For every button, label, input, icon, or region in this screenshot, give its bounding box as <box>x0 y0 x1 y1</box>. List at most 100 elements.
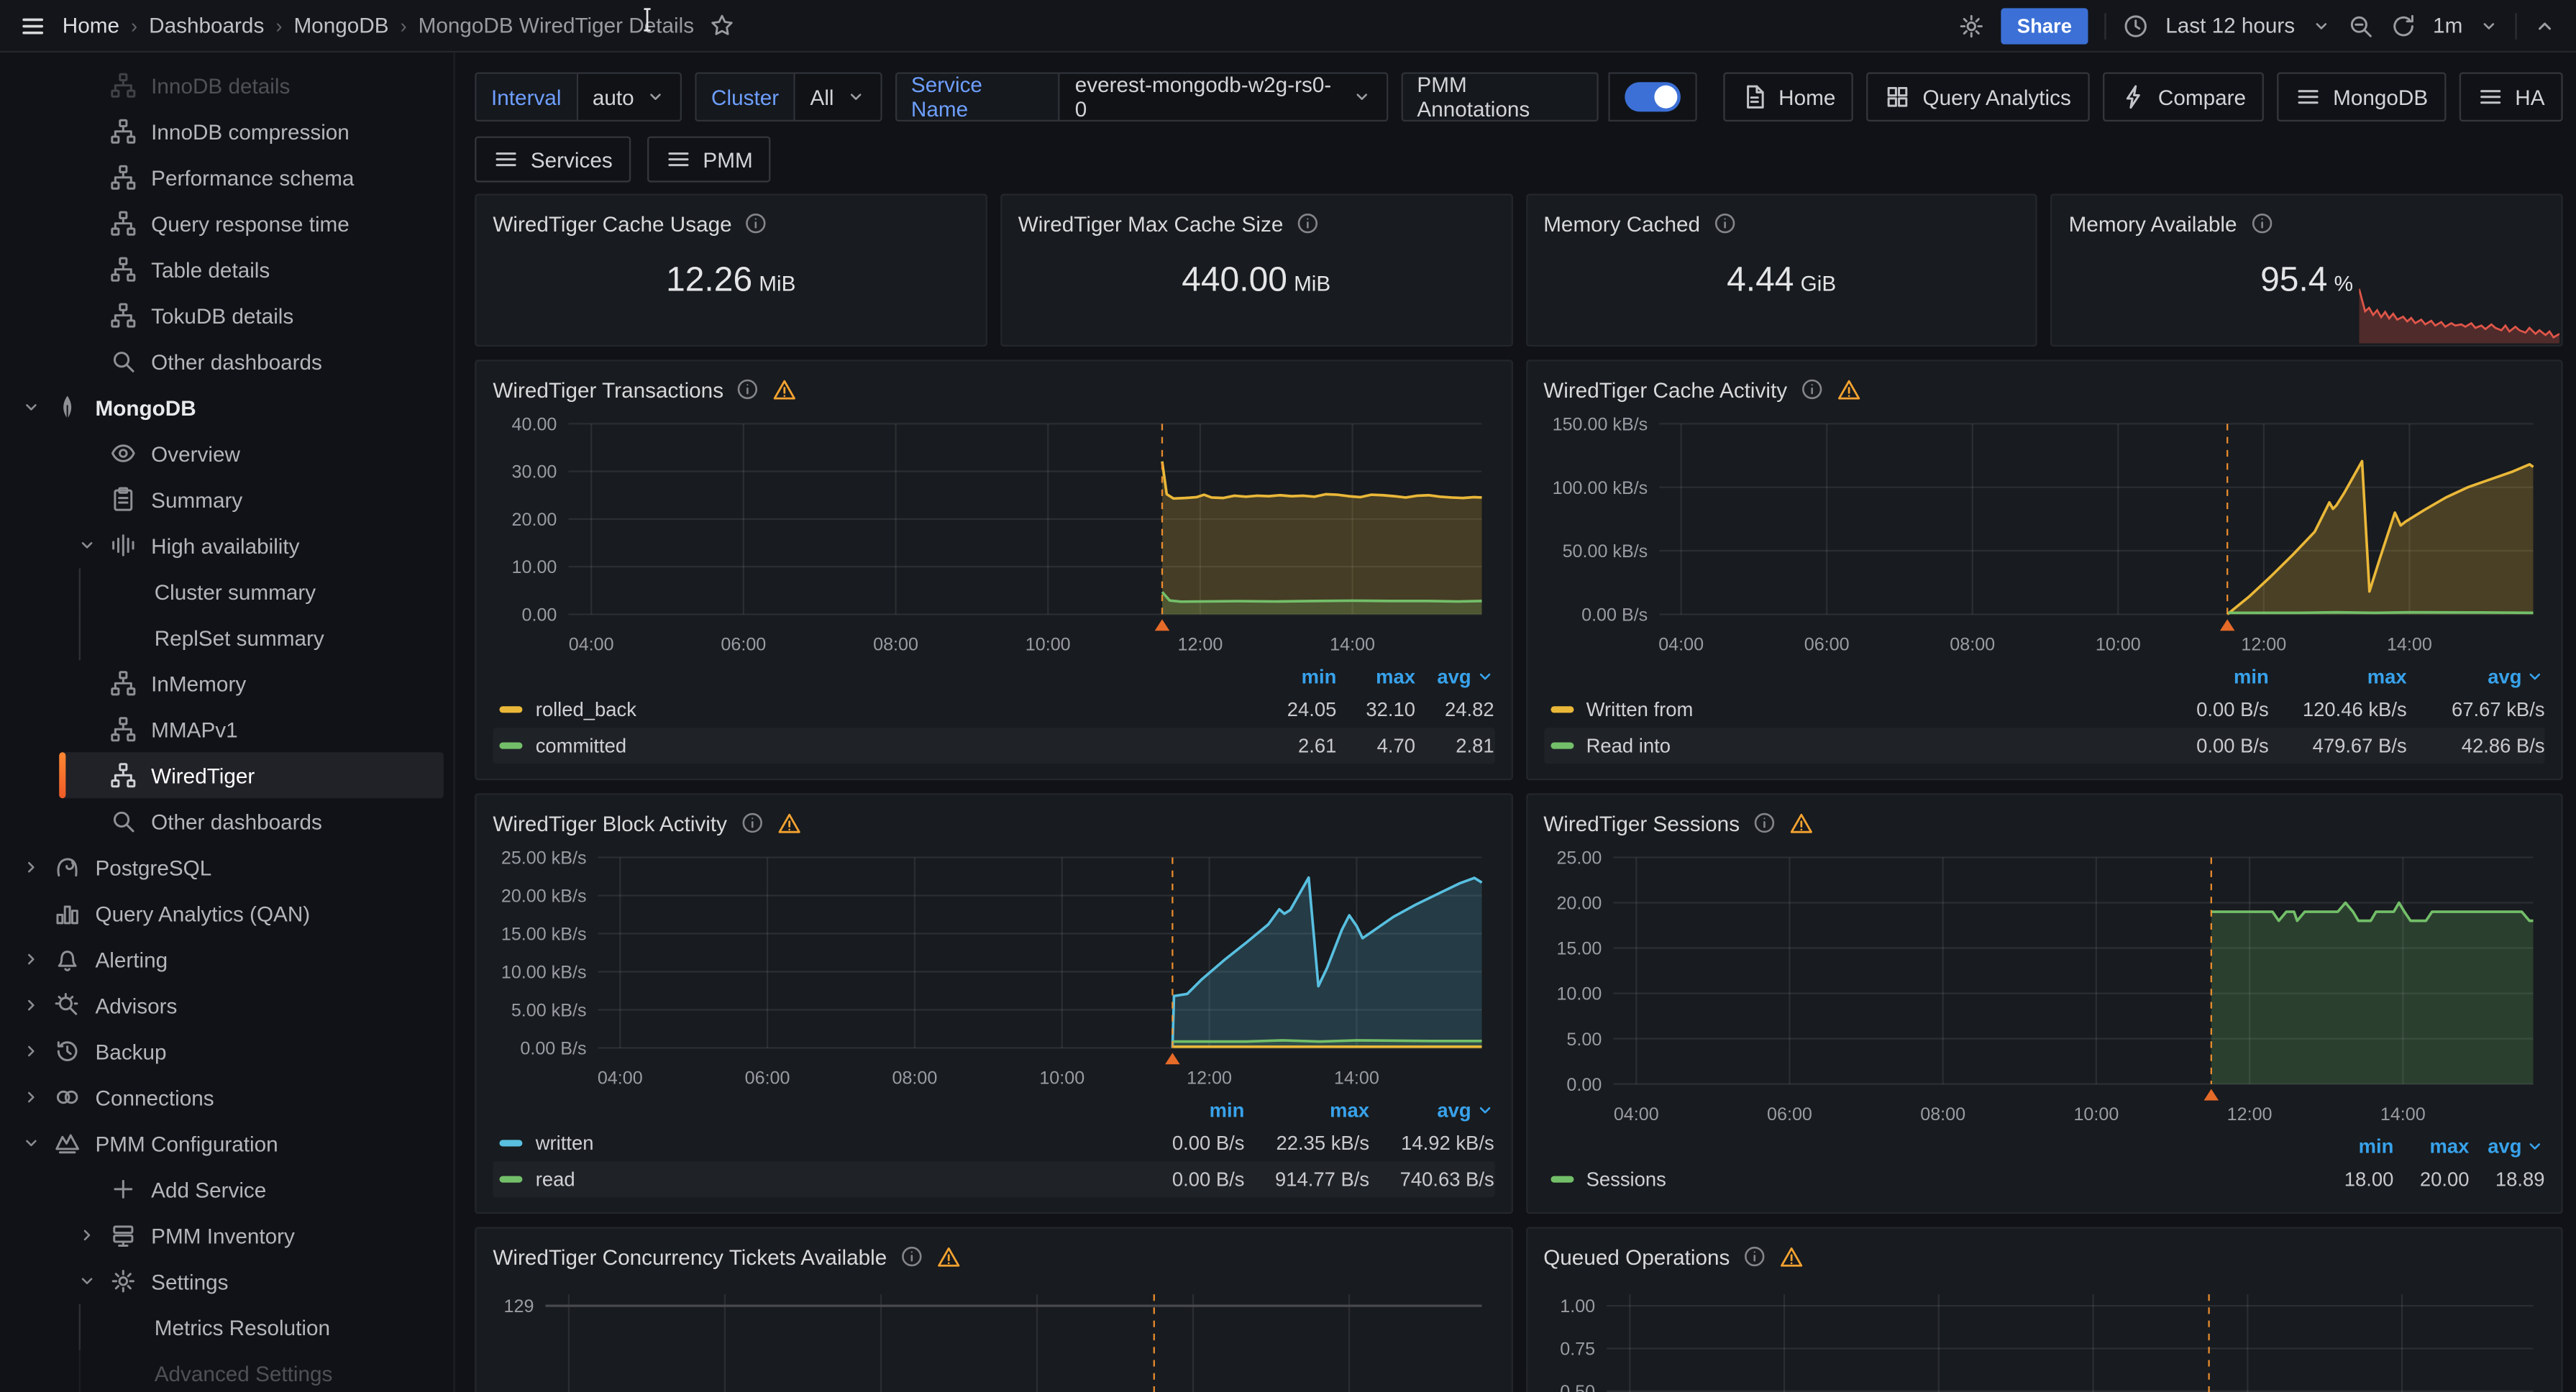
panel-title[interactable]: Queued Operations <box>1543 1244 1730 1268</box>
sidebar-item-performance-schema[interactable]: Performance schema <box>0 155 453 201</box>
chevron-right-icon[interactable] <box>17 1041 46 1061</box>
legend-sort-avg[interactable]: avg <box>1369 1099 1494 1122</box>
legend-sort-avg[interactable]: avg <box>2407 665 2545 688</box>
chevron-right-icon[interactable] <box>17 995 46 1015</box>
sidebar-item-advisors[interactable]: Advisors <box>0 982 453 1028</box>
chevron-down-icon[interactable] <box>73 536 102 555</box>
panel-title[interactable]: WiredTiger Cache Activity <box>1543 377 1787 401</box>
sidebar-item-connections[interactable]: Connections <box>0 1074 453 1120</box>
panel-title[interactable]: WiredTiger Sessions <box>1543 810 1740 835</box>
sidebar-item-settings[interactable]: Settings <box>0 1258 453 1304</box>
chevron-right-icon[interactable] <box>73 1225 102 1245</box>
chevron-right-icon[interactable] <box>17 1087 46 1107</box>
legend-row-read-into[interactable]: Read into 0.00 B/s479.67 B/s42.86 B/s <box>1543 728 2544 764</box>
dashboard-link-query-analytics[interactable]: Query Analytics <box>1867 73 2089 122</box>
info-icon[interactable] <box>1297 212 1320 235</box>
sidebar-item-add-service[interactable]: Add Service <box>0 1166 453 1212</box>
panel-title[interactable]: WiredTiger Concurrency Tickets Available <box>493 1244 887 1268</box>
legend-sort-avg[interactable]: avg <box>2469 1135 2544 1158</box>
legend-row-written-from[interactable]: Written from 0.00 B/s120.46 kB/s67.67 kB… <box>1543 692 2544 728</box>
sidebar-item-backup[interactable]: Backup <box>0 1028 453 1074</box>
info-icon[interactable] <box>1753 811 1776 834</box>
sidebar-item-query-analytics-qan-[interactable]: Query Analytics (QAN) <box>0 890 453 936</box>
time-series-plot[interactable]: 0.00 B/s5.00 kB/s10.00 kB/s15.00 kB/s20.… <box>493 848 1494 1094</box>
legend-row-read[interactable]: read 0.00 B/s914.77 B/s740.63 B/s <box>493 1161 1494 1197</box>
zoom-out-icon[interactable] <box>2347 12 2374 39</box>
sidebar-item-tokudb-details[interactable]: TokuDB details <box>0 293 453 339</box>
sidebar-item-replset-summary[interactable]: ReplSet summary <box>0 614 453 660</box>
sidebar-item-other-dashboards[interactable]: Other dashboards <box>0 339 453 385</box>
legend-sort-max[interactable]: max <box>2269 665 2407 688</box>
sidebar-item-table-details[interactable]: Table details <box>0 247 453 293</box>
info-icon[interactable] <box>736 377 759 400</box>
sidebar-item-wiredtiger[interactable]: WiredTiger <box>0 752 453 798</box>
warning-icon[interactable] <box>773 377 798 401</box>
dashboard-link-home[interactable]: Home <box>1723 73 1854 122</box>
sidebar-item-pmm-configuration[interactable]: PMM Configuration <box>0 1120 453 1166</box>
chevron-down-icon[interactable] <box>2311 16 2331 35</box>
legend-sort-max[interactable]: max <box>1244 1099 1369 1122</box>
breadcrumb-home[interactable]: Home <box>63 13 119 37</box>
legend-sort-min[interactable]: min <box>1120 1099 1245 1122</box>
refresh-icon[interactable] <box>2390 12 2417 39</box>
sidebar-item-overview[interactable]: Overview <box>0 431 453 477</box>
chevron-right-icon[interactable] <box>17 949 46 969</box>
sidebar-item-alerting[interactable]: Alerting <box>0 936 453 982</box>
time-series-plot[interactable]: 0.00 B/s50.00 kB/s100.00 kB/s150.00 kB/s… <box>1543 414 2545 661</box>
refresh-interval-picker[interactable]: 1m <box>2433 13 2462 37</box>
sidebar-item-advanced-settings[interactable]: Advanced Settings <box>0 1350 453 1392</box>
warning-icon[interactable] <box>936 1244 961 1268</box>
info-icon[interactable] <box>1713 212 1736 235</box>
time-range-picker[interactable]: Last 12 hours <box>2165 13 2295 37</box>
sidebar-item-metrics-resolution[interactable]: Metrics Resolution <box>0 1304 453 1350</box>
info-icon[interactable] <box>2250 212 2273 235</box>
chevron-right-icon[interactable] <box>17 857 46 876</box>
breadcrumb-dashboards[interactable]: Dashboards <box>149 13 264 37</box>
variable-value-dropdown[interactable]: auto <box>576 73 682 122</box>
panel-title[interactable]: Memory Cached <box>1543 211 1700 236</box>
info-icon[interactable] <box>1743 1245 1766 1268</box>
time-series-plot[interactable]: 1.000.750.50 <box>1543 1281 2545 1392</box>
warning-icon[interactable] <box>1837 377 1861 401</box>
chevron-down-icon[interactable] <box>17 1133 46 1153</box>
sidebar-item-innodb-compression[interactable]: InnoDB compression <box>0 109 453 155</box>
info-icon[interactable] <box>740 811 763 834</box>
dashboard-link-compare[interactable]: Compare <box>2102 73 2264 122</box>
legend-row-rolled-back[interactable]: rolled_back 24.0532.1024.82 <box>493 692 1494 728</box>
legend-row-committed[interactable]: committed 2.614.702.81 <box>493 728 1494 764</box>
dashboard-settings-icon[interactable] <box>1958 12 1985 39</box>
sidebar-item-mongodb[interactable]: MongoDB <box>0 385 453 431</box>
time-series-plot[interactable]: 0.0010.0020.0030.0040.0004:0006:0008:001… <box>493 414 1494 661</box>
breadcrumb-mongodb[interactable]: MongoDB <box>293 13 388 37</box>
sidebar-item-postgresql[interactable]: PostgreSQL <box>0 844 453 890</box>
share-button[interactable]: Share <box>2001 7 2088 43</box>
time-series-plot[interactable]: 129 <box>493 1281 1494 1392</box>
sidebar-item-mmapv1[interactable]: MMAPv1 <box>0 706 453 752</box>
sidebar-item-innodb-details[interactable]: InnoDB details <box>0 63 453 109</box>
panel-title[interactable]: WiredTiger Cache Usage <box>493 211 731 236</box>
chevron-down-icon[interactable] <box>2479 16 2498 35</box>
panel-title[interactable]: WiredTiger Max Cache Size <box>1018 211 1284 236</box>
legend-sort-max[interactable]: max <box>2393 1135 2469 1158</box>
panel-title[interactable]: Memory Available <box>2069 211 2237 236</box>
warning-icon[interactable] <box>1789 810 1814 835</box>
sidebar-item-high-availability[interactable]: High availability <box>0 522 453 568</box>
legend-sort-min[interactable]: min <box>2318 1135 2393 1158</box>
info-icon[interactable] <box>900 1245 923 1268</box>
favorite-star-icon[interactable] <box>711 13 735 37</box>
sidebar-item-summary[interactable]: Summary <box>0 476 453 522</box>
warning-icon[interactable] <box>777 810 801 835</box>
legend-sort-max[interactable]: max <box>1336 665 1415 688</box>
sidebar-item-other-dashboards[interactable]: Other dashboards <box>0 798 453 844</box>
clock-icon[interactable] <box>2123 12 2150 39</box>
dashboard-link-services[interactable]: Services <box>475 137 631 183</box>
legend-sort-avg[interactable]: avg <box>1415 665 1494 688</box>
info-icon[interactable] <box>745 212 768 235</box>
legend-sort-min[interactable]: min <box>2131 665 2269 688</box>
warning-icon[interactable] <box>1779 1244 1804 1268</box>
menu-toggle-icon[interactable] <box>19 12 46 39</box>
legend-row-written[interactable]: written 0.00 B/s22.35 kB/s14.92 kB/s <box>493 1125 1494 1161</box>
sidebar-item-cluster-summary[interactable]: Cluster summary <box>0 568 453 614</box>
chevron-down-icon[interactable] <box>17 398 46 417</box>
panel-title[interactable]: WiredTiger Block Activity <box>493 810 727 835</box>
